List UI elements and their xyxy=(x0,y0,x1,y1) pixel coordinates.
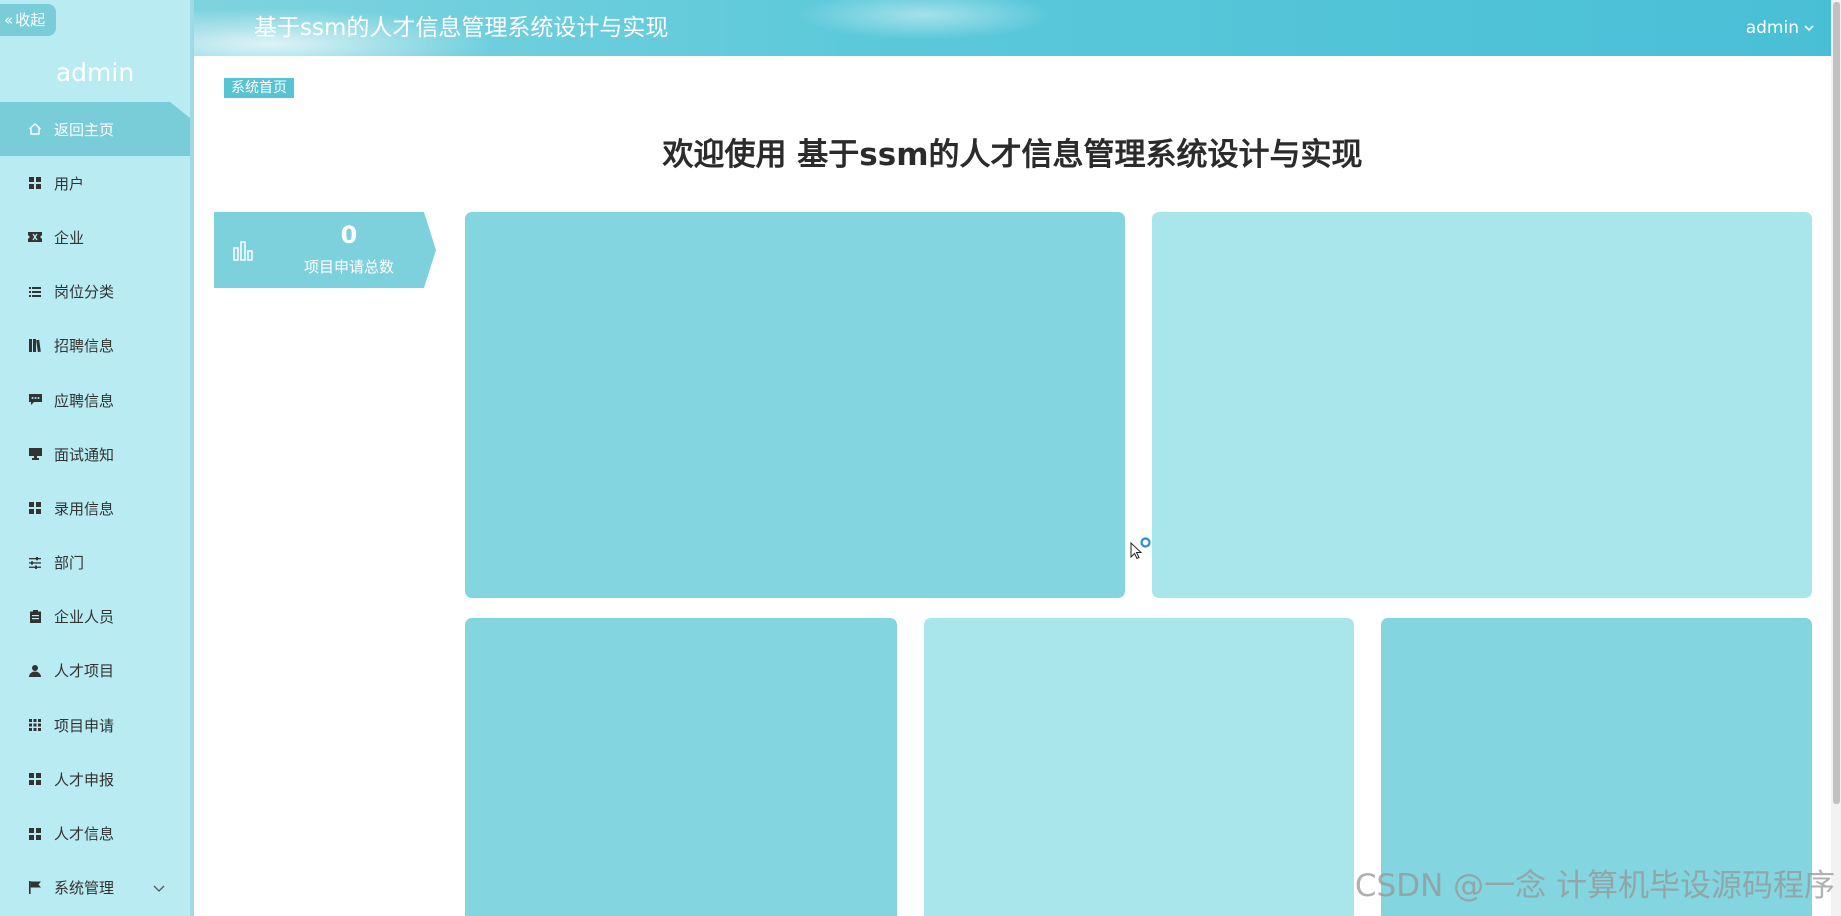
collapse-label: 收起 xyxy=(15,11,46,29)
sidebar-item-recruitment[interactable]: 招聘信息 xyxy=(0,319,190,373)
sidebar-item-label: 应聘信息 xyxy=(54,391,115,410)
breadcrumb[interactable]: 系统首页 xyxy=(224,78,294,98)
dashboard-panel xyxy=(924,618,1354,916)
sidebar-item-label: 面试通知 xyxy=(54,445,115,464)
sidebar-item-home[interactable]: 返回主页 xyxy=(0,102,190,157)
sidebar-item-label: 返回主页 xyxy=(54,120,115,139)
sidebar-item-application[interactable]: 应聘信息 xyxy=(0,373,190,427)
sidebar-item-label: 部门 xyxy=(54,554,85,573)
sidebar-item-label: 项目申请 xyxy=(54,716,115,735)
grid-icon xyxy=(28,176,42,190)
header-username: admin xyxy=(1745,18,1799,38)
sidebar-item-label: 企业人员 xyxy=(54,608,115,627)
grid-icon xyxy=(28,827,42,841)
chevron-down-icon xyxy=(152,881,166,895)
sidebar-item-label: 招聘信息 xyxy=(54,337,115,356)
dashboard-panel xyxy=(1152,212,1812,598)
grid-icon xyxy=(28,501,42,515)
sidebar-item-project-application[interactable]: 项目申请 xyxy=(0,698,190,752)
sidebar-item-label: 录用信息 xyxy=(54,499,115,518)
flag-icon xyxy=(28,881,42,895)
sidebar-item-talent-project[interactable]: 人才项目 xyxy=(0,644,190,698)
apps-icon xyxy=(28,718,42,732)
stat-card: 0 项目申请总数 xyxy=(214,212,436,288)
chevron-down-icon xyxy=(1804,25,1814,32)
sidebar-item-label: 人才项目 xyxy=(54,662,115,681)
book-icon xyxy=(28,339,42,353)
top-header: 基于ssm的人才信息管理系统设计与实现 admin xyxy=(194,0,1831,56)
sidebar-username: admin xyxy=(55,58,135,87)
clipboard-icon xyxy=(28,610,42,624)
sidebar-item-interview[interactable]: 面试通知 xyxy=(0,427,190,481)
sidebar-item-label: 人才信息 xyxy=(54,825,115,844)
person-icon xyxy=(28,664,42,678)
dashboard-panel xyxy=(465,212,1125,598)
sidebar-item-department[interactable]: 部门 xyxy=(0,536,190,590)
sidebar-menu: 返回主页 用户 企业 岗位分类 招聘信息 应聘信息 面试通知 录用信息 部门 企… xyxy=(0,102,190,915)
collapse-button[interactable]: «收起 xyxy=(0,4,56,36)
sidebar-item-system-management[interactable]: 系统管理 xyxy=(0,861,190,915)
sidebar-item-staff[interactable]: 企业人员 xyxy=(0,590,190,644)
header-title: 基于ssm的人才信息管理系统设计与实现 xyxy=(254,15,669,41)
chat-icon xyxy=(28,393,42,407)
stat-value: 0 xyxy=(340,221,358,249)
ticket-icon xyxy=(28,230,42,244)
double-chevron-left-icon: « xyxy=(4,11,14,29)
page-title: 欢迎使用 基于ssm的人才信息管理系统设计与实现 xyxy=(662,137,1363,173)
sliders-icon xyxy=(28,556,42,570)
user-menu-dropdown[interactable]: admin xyxy=(1746,14,1815,42)
sidebar-item-hire[interactable]: 录用信息 xyxy=(0,481,190,535)
sidebar-item-label: 用户 xyxy=(54,174,85,193)
sidebar-item-label: 人才申报 xyxy=(54,770,115,789)
sidebar-item-job-category[interactable]: 岗位分类 xyxy=(0,265,190,319)
watermark: CSDN @一念 计算机毕设源码程序 xyxy=(1354,868,1835,904)
scrollbar-thumb[interactable] xyxy=(1833,2,1840,804)
grid-icon xyxy=(28,772,42,786)
home-icon xyxy=(28,122,42,136)
dashboard-panel xyxy=(465,618,897,916)
sidebar-item-label: 岗位分类 xyxy=(54,283,115,302)
monitor-icon xyxy=(28,447,42,461)
list-icon xyxy=(28,285,42,299)
sidebar-item-label: 企业 xyxy=(54,228,85,247)
sidebar-item-talent-declaration[interactable]: 人才申报 xyxy=(0,752,190,806)
sidebar-item-label: 系统管理 xyxy=(54,879,115,898)
sidebar-item-talent-info[interactable]: 人才信息 xyxy=(0,806,190,860)
bar-chart-icon xyxy=(232,238,256,262)
header-cloud-decoration xyxy=(794,0,1054,40)
sidebar-item-users[interactable]: 用户 xyxy=(0,156,190,210)
vertical-scrollbar[interactable] xyxy=(1831,0,1841,916)
sidebar: «收起 admin 返回主页 用户 企业 岗位分类 招聘信息 应聘信息 面试通知… xyxy=(0,0,190,916)
stat-label: 项目申请总数 xyxy=(303,258,394,276)
sidebar-item-enterprise[interactable]: 企业 xyxy=(0,210,190,264)
busy-cursor-icon xyxy=(1130,537,1154,561)
